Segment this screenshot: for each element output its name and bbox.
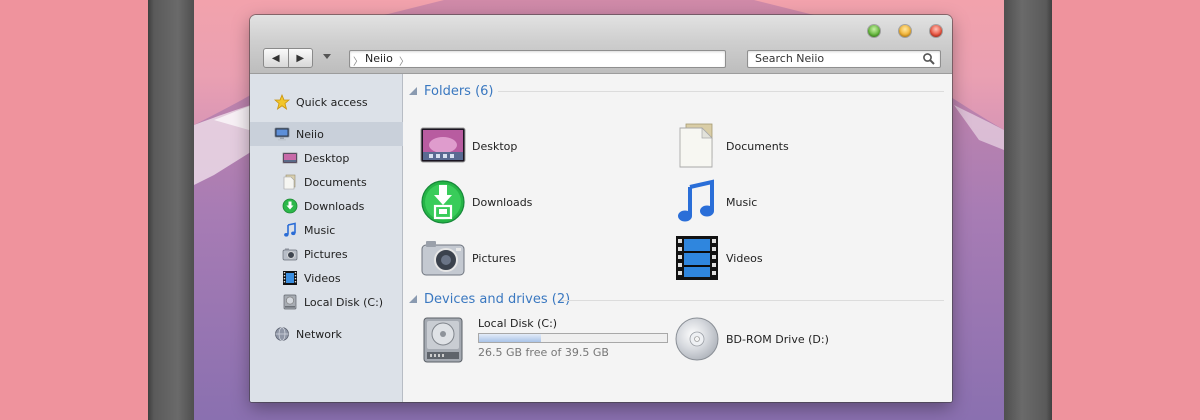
drive-free-space: 26.5 GB free of 39.5 GB [478, 346, 609, 359]
nav-buttons: ◀ ▶ [263, 48, 313, 68]
camera-icon [282, 248, 298, 261]
explorer-window: ◀ ▶ 〉 Neiio 〉 Search Neiio Quick access [250, 15, 952, 402]
sidebar-item-neiio[interactable]: Neiio [250, 122, 424, 146]
camera-icon [421, 241, 465, 276]
breadcrumb-item[interactable]: Neiio [365, 52, 393, 65]
collapse-caret-icon[interactable] [409, 295, 417, 303]
forward-arrow-icon: ▶ [296, 52, 305, 64]
title-bar [250, 15, 952, 41]
folder-tile-label: Desktop [472, 139, 518, 153]
drive-tile-local-disk[interactable]: Local Disk (C:) 26.5 GB free of 39.5 GB [420, 317, 668, 363]
back-button[interactable]: ◀ [264, 49, 288, 67]
documents-icon [679, 123, 713, 168]
sidebar-item-label: Videos [304, 271, 341, 285]
history-dropdown-button[interactable] [323, 54, 331, 59]
divider [498, 91, 944, 92]
maximize-button[interactable] [868, 25, 880, 37]
folder-tile-label: Videos [726, 251, 763, 265]
folders-group-header[interactable]: Folders (6) [409, 82, 494, 100]
collapse-caret-icon[interactable] [409, 87, 417, 95]
search-input[interactable]: Search Neiio [747, 50, 941, 68]
sidebar-item-network[interactable]: Network [250, 322, 424, 346]
address-bar[interactable]: 〉 Neiio 〉 [349, 50, 726, 68]
folder-tile-label: Pictures [472, 251, 516, 265]
computer-icon [274, 127, 290, 141]
folder-tile-label: Music [726, 195, 758, 209]
sidebar-item-label: Downloads [304, 199, 365, 213]
minimize-button[interactable] [899, 25, 911, 37]
search-placeholder: Search Neiio [755, 52, 825, 65]
drive-usage-bar [478, 333, 668, 343]
breadcrumb-root-chevron-icon[interactable]: 〉 [353, 53, 363, 68]
breadcrumb-chevron-icon[interactable]: 〉 [399, 53, 409, 68]
drive-name: Local Disk (C:) [478, 317, 558, 330]
frame-left [148, 0, 194, 420]
drive-name: BD-ROM Drive (D:) [726, 332, 829, 346]
drive-usage-fill [479, 334, 542, 342]
folders-group-title: Folders (6) [424, 83, 494, 99]
close-button[interactable] [930, 25, 942, 37]
drive-info: Local Disk (C:) 26.5 GB free of 39.5 GB [478, 317, 668, 359]
disc-icon [675, 317, 719, 361]
folder-tile-label: Documents [726, 139, 789, 153]
folder-tile-documents[interactable]: Documents [674, 122, 789, 170]
sidebar-item-label: Neiio [296, 127, 324, 141]
back-arrow-icon: ◀ [271, 52, 280, 64]
search-icon[interactable] [922, 52, 936, 66]
divider [561, 300, 944, 301]
frame-right [1004, 0, 1052, 420]
music-icon [678, 179, 714, 222]
hard-drive-icon [423, 317, 463, 363]
sidebar-item-quick-access[interactable]: Quick access [250, 90, 424, 114]
content-pane: Folders (6) Desktop Documents Downloads … [403, 74, 952, 402]
film-icon [676, 236, 718, 280]
forward-button[interactable]: ▶ [287, 49, 313, 67]
film-icon [283, 271, 297, 285]
downloads-icon [282, 198, 298, 214]
network-icon [275, 327, 289, 341]
folder-tile-downloads[interactable]: Downloads [420, 178, 532, 226]
folder-tile-pictures[interactable]: Pictures [420, 234, 516, 282]
sidebar-item-label: Local Disk (C:) [304, 295, 384, 309]
toolbar: ◀ ▶ 〉 Neiio 〉 Search Neiio [250, 41, 952, 74]
hard-drive-icon [283, 294, 297, 310]
star-icon [274, 94, 290, 110]
desktop-icon [282, 152, 298, 164]
desktop-background-left [0, 0, 148, 420]
drive-tile-bd-rom[interactable]: BD-ROM Drive (D:) [674, 315, 829, 363]
music-icon [284, 222, 296, 237]
folder-tile-videos[interactable]: Videos [674, 234, 763, 282]
sidebar-item-label: Network [296, 327, 342, 341]
downloads-icon [421, 180, 465, 224]
sidebar-item-label: Music [304, 223, 336, 237]
devices-group-header[interactable]: Devices and drives (2) [409, 290, 570, 308]
sidebar-item-label: Documents [304, 175, 367, 189]
folder-tile-label: Downloads [472, 195, 533, 209]
sidebar-item-label: Pictures [304, 247, 348, 261]
desktop-icon [420, 127, 466, 163]
desktop-background-right [1052, 0, 1200, 420]
documents-icon [283, 174, 296, 190]
folder-tile-music[interactable]: Music [674, 178, 757, 226]
devices-group-title: Devices and drives (2) [424, 291, 571, 307]
sidebar-item-label: Desktop [304, 151, 350, 165]
sidebar-item-label: Quick access [296, 95, 368, 109]
folder-tile-desktop[interactable]: Desktop [420, 122, 517, 170]
navigation-pane: Quick access Neiio Desktop Documents Dow… [250, 74, 424, 402]
